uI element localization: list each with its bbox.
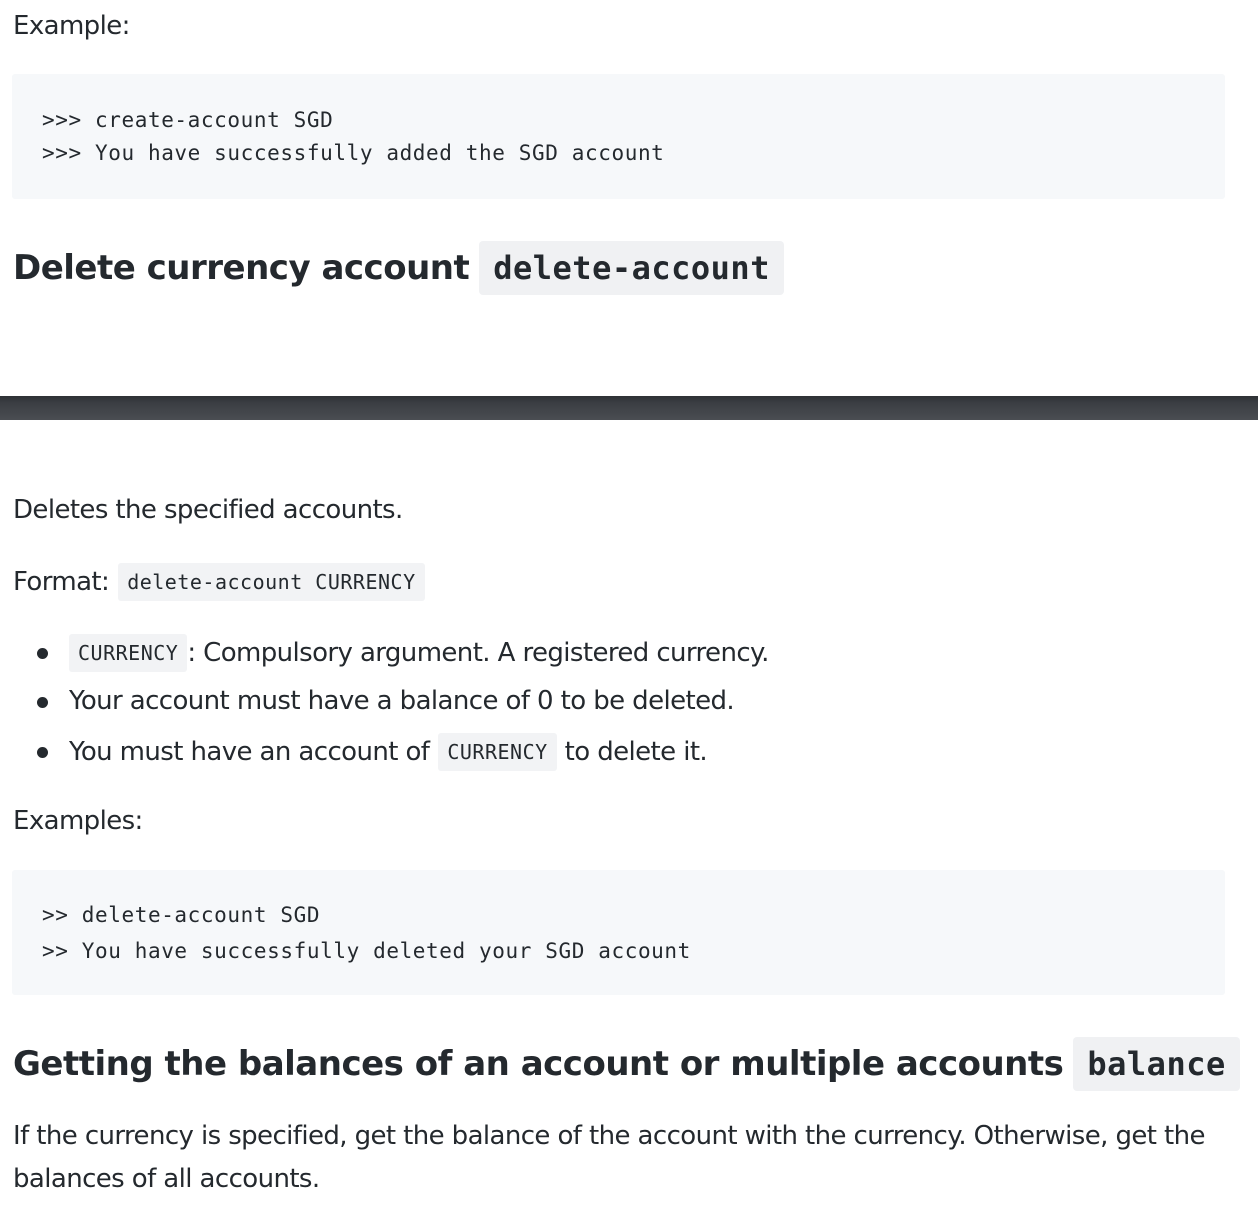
heading-command-code: balance [1073, 1037, 1240, 1091]
list-item: Your account must have a balance of 0 to… [69, 686, 735, 716]
bullet-dot [37, 747, 48, 758]
list-item-text: to delete it. [564, 737, 708, 767]
currency-code: CURRENCY [438, 733, 557, 771]
list-item-text: You must have an account of [69, 737, 430, 767]
format-line: Format: delete-account CURRENCY [13, 563, 425, 601]
examples-label: Examples: [13, 806, 143, 836]
delete-account-example-block: >> delete-account SGD >> You have succes… [12, 870, 1225, 995]
heading-text: Delete currency account [13, 248, 470, 288]
delete-description: Deletes the specified accounts. [13, 495, 403, 525]
balance-heading: Getting the balances of an account or mu… [13, 1037, 1240, 1091]
heading-text: Getting the balances of an account or mu… [13, 1044, 1064, 1084]
code-line: >> You have successfully deleted your SG… [42, 939, 691, 963]
balance-description-line: balances of all accounts. [13, 1164, 320, 1194]
list-item-text: : Compulsory argument. A registered curr… [187, 638, 769, 668]
bullet-dot [37, 648, 48, 659]
bullet-dot [37, 697, 48, 708]
code-line: >>> You have successfully added the SGD … [42, 141, 665, 165]
delete-account-heading: Delete currency account delete-account [13, 241, 784, 295]
list-item: CURRENCY : Compulsory argument. A regist… [69, 634, 769, 672]
divider-bar [0, 396, 1258, 420]
format-code: delete-account CURRENCY [118, 563, 425, 601]
currency-code: CURRENCY [69, 634, 188, 672]
list-item: You must have an account of CURRENCY to … [69, 733, 708, 771]
code-line: >>> create-account SGD [42, 108, 334, 132]
balance-description-line: If the currency is specified, get the ba… [13, 1121, 1205, 1151]
create-account-example-block: >>> create-account SGD >>> You have succ… [12, 74, 1225, 199]
example-label: Example: [13, 11, 130, 41]
code-line: >> delete-account SGD [42, 903, 321, 927]
format-label: Format: [13, 567, 110, 597]
heading-command-code: delete-account [479, 241, 784, 295]
